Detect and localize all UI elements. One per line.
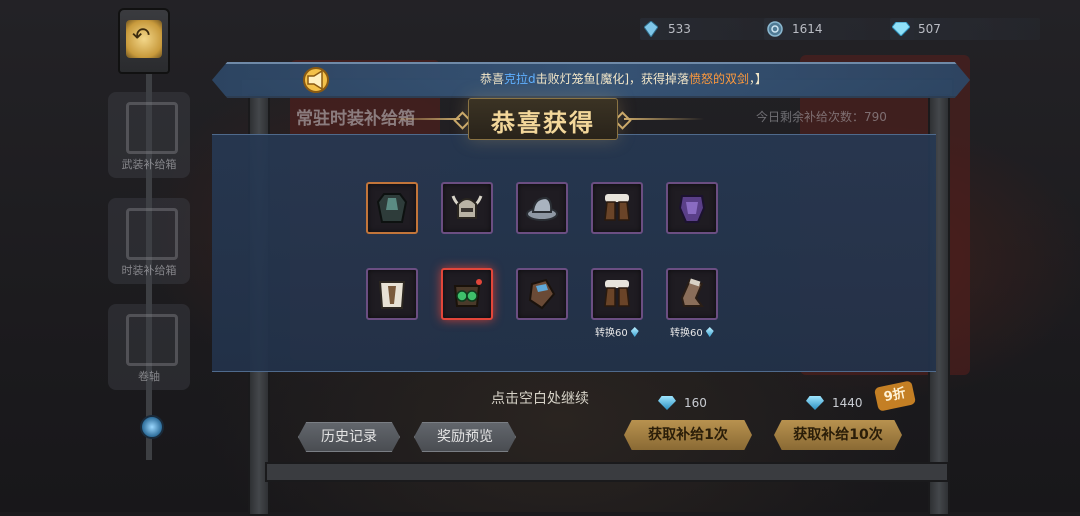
- broadcast-prefix: 恭喜: [480, 72, 505, 86]
- sidebar-item-scroll[interactable]: 卷轴: [108, 304, 190, 390]
- fur-boots-icon: [604, 280, 630, 307]
- white-cloak-icon: [378, 281, 406, 309]
- resource-crystal-value: 533: [668, 22, 691, 36]
- diamond-icon: [658, 396, 676, 410]
- sidebar-item-label: 卷轴: [138, 370, 160, 383]
- goggles-mask-icon: [453, 279, 482, 307]
- reward-slot-10[interactable]: [666, 268, 718, 320]
- announcement-horn-icon: [300, 66, 332, 94]
- reward-popup-panel: [212, 134, 936, 372]
- sidebar-orb-icon: [140, 415, 164, 439]
- reward-slot-5[interactable]: [666, 182, 718, 234]
- broadcast-item-name: 愤怒的双剑: [689, 72, 750, 86]
- diamond-icon: [892, 20, 910, 38]
- fashion-box-icon: [126, 208, 178, 260]
- reward-slot-2[interactable]: [441, 182, 493, 234]
- reward-title: 恭喜获得: [491, 109, 595, 137]
- reward-title-plate: 恭喜获得: [468, 98, 618, 140]
- weapon-box-icon: [126, 102, 178, 154]
- sidebar-item-label: 时装补给箱: [121, 264, 177, 277]
- convert-label-slot-10: 转换60: [670, 324, 714, 339]
- reward-slot-1[interactable]: [366, 182, 418, 234]
- reward-preview-button[interactable]: 奖励预览: [414, 422, 516, 452]
- coin-icon: [766, 20, 784, 38]
- sidebar-item-label: 武装补给箱: [121, 158, 177, 171]
- draw-ten-button[interactable]: 获取补给10次: [774, 420, 902, 450]
- armor-vest-icon: [376, 193, 408, 223]
- tap-to-continue-hint[interactable]: 点击空白处继续: [0, 388, 1080, 408]
- draw10-cost: 1440: [806, 396, 863, 410]
- convert-label-slot-9: 转换60: [595, 324, 639, 339]
- boot-icon: [680, 278, 704, 307]
- draw10-cost-value: 1440: [832, 396, 863, 410]
- reward-slot-7[interactable]: [441, 268, 493, 320]
- frame-bottom-bar: [265, 462, 949, 482]
- back-button[interactable]: ↶: [118, 8, 170, 74]
- title-wing-left: [380, 118, 460, 120]
- draw-once-button[interactable]: 获取补给1次: [624, 420, 752, 450]
- broadcast-suffix: ，】: [749, 72, 768, 86]
- convert-text: 转换60: [595, 328, 628, 339]
- resource-coin-value: 1614: [792, 22, 823, 36]
- crystal-shard-icon: [705, 327, 714, 337]
- history-button[interactable]: 历史记录: [298, 422, 400, 452]
- convert-text: 转换60: [670, 328, 703, 339]
- sidebar-item-fashion-box[interactable]: 时装补给箱: [108, 198, 190, 284]
- draw1-cost-value: 160: [684, 396, 707, 410]
- hat-icon: [526, 196, 558, 221]
- reward-slot-3[interactable]: [516, 182, 568, 234]
- scroll-box-icon: [126, 314, 178, 366]
- broadcast-message: 恭喜克拉d击败灯笼鱼[魔化]，获得掉落愤怒的双剑，】: [480, 70, 767, 87]
- purple-armor-icon: [678, 195, 706, 223]
- crystal-shard-icon: [642, 20, 660, 38]
- reward-slot-8[interactable]: [516, 268, 568, 320]
- diamond-icon: [806, 396, 824, 410]
- horned-helmet-icon: [451, 195, 483, 219]
- reward-slot-9[interactable]: [591, 268, 643, 320]
- sidebar-item-weapon-box[interactable]: 武装补给箱: [108, 92, 190, 178]
- back-arrow-icon: ↶: [132, 24, 151, 49]
- reward-slot-6[interactable]: [366, 268, 418, 320]
- bracer-icon: [528, 278, 556, 310]
- crystal-shard-icon: [630, 327, 639, 337]
- resource-diamond: 507: [890, 18, 1040, 40]
- reward-slot-4[interactable]: [591, 182, 643, 234]
- fur-boots-icon: [604, 194, 630, 221]
- resource-diamond-value: 507: [918, 22, 941, 36]
- broadcast-player-name: 克拉d: [504, 72, 536, 86]
- broadcast-middle: 击败灯笼鱼[魔化]，获得掉落: [535, 72, 690, 86]
- title-wing-right: [624, 118, 704, 120]
- remaining-supply-count: 今日剩余补给次数：790: [756, 110, 887, 124]
- draw1-cost: 160: [658, 396, 707, 410]
- underlying-panel-title: 常驻时装补给箱: [296, 109, 415, 129]
